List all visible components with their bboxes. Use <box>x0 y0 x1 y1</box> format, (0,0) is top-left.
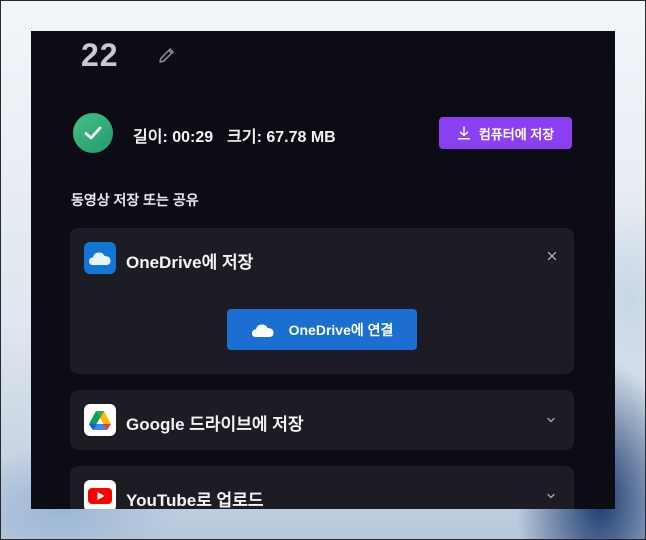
download-icon <box>457 126 471 140</box>
chevron-down-icon[interactable] <box>546 492 556 500</box>
success-check-icon <box>73 113 113 153</box>
video-length: 길이: 00:29 <box>133 129 214 146</box>
onedrive-icon <box>84 242 116 274</box>
youtube-card-title: YouTube로 업로드 <box>126 491 264 509</box>
close-icon[interactable] <box>546 250 558 262</box>
onedrive-card-title: OneDrive에 저장 <box>126 253 254 272</box>
chevron-down-icon[interactable] <box>546 416 556 424</box>
youtube-card[interactable]: YouTube로 업로드 <box>70 466 574 509</box>
cloud-icon <box>251 324 274 337</box>
clip-number: 22 <box>81 37 119 73</box>
pencil-icon[interactable] <box>157 45 177 65</box>
save-to-computer-button[interactable]: 컴퓨터에 저장 <box>439 117 572 149</box>
google-drive-card-title: Google 드라이브에 저장 <box>126 415 304 434</box>
video-size: 크기: 67.78 MB <box>227 129 336 146</box>
section-title: 동영상 저장 또는 공유 <box>71 192 199 208</box>
save-to-computer-label: 컴퓨터에 저장 <box>478 126 555 142</box>
google-drive-card[interactable]: Google 드라이브에 저장 <box>70 390 574 450</box>
save-share-panel: 22 길이: 00:29 크기: 67.78 MB 컴퓨터에 저장 동영상 저장 … <box>31 31 615 509</box>
google-drive-icon <box>84 404 116 436</box>
connect-onedrive-button[interactable]: OneDrive에 연결 <box>227 309 417 350</box>
youtube-icon <box>84 480 116 509</box>
onedrive-card: OneDrive에 저장 OneDrive에 연결 <box>70 228 574 374</box>
video-meta: 길이: 00:29 크기: 67.78 MB <box>133 123 336 147</box>
connect-onedrive-label: OneDrive에 연결 <box>288 321 394 338</box>
